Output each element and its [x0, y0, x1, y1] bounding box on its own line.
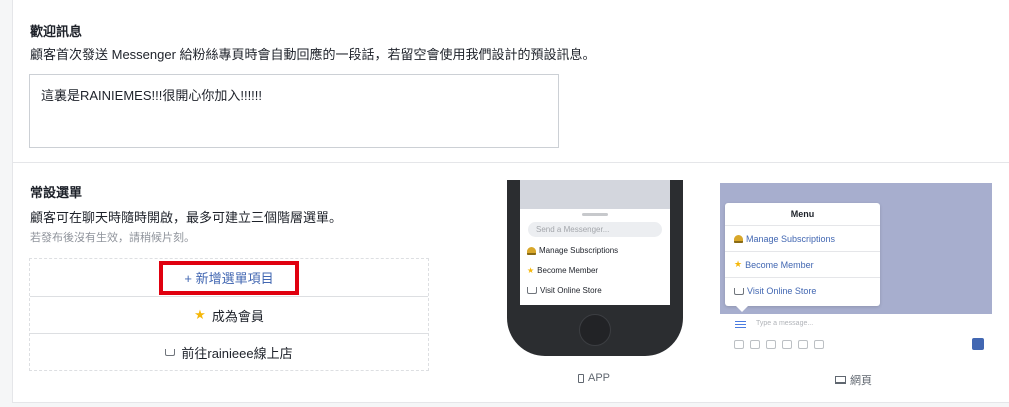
app-preview: Send a Messenger... Manage Subscriptions… — [507, 180, 683, 356]
add-menu-item-label: + 新增選單項目 — [184, 271, 274, 286]
mobile-icon — [578, 373, 584, 383]
web-preview-item: Manage Subscriptions — [725, 226, 880, 252]
web-caption-label: 網頁 — [850, 375, 872, 387]
web-preview-item: ★ Become Member — [725, 252, 880, 278]
app-preview-item-label: Become Member — [537, 266, 599, 275]
web-preview-menu: Menu Manage Subscriptions ★ Become Membe… — [725, 203, 880, 306]
welcome-section: 歡迎訊息 顧客首次發送 Messenger 給粉絲專頁時會自動回應的一段話，若留… — [12, 0, 1009, 163]
gif-icon — [766, 340, 776, 349]
web-preview-caption: 網頁 — [835, 372, 872, 388]
web-preview-item-label: Manage Subscriptions — [746, 233, 836, 244]
web-preview-item-label: Become Member — [745, 259, 814, 270]
menu-lines-icon — [735, 321, 746, 330]
add-menu-item-button[interactable]: + 新增選單項目 — [30, 259, 428, 296]
emoji-icon — [782, 340, 792, 349]
cart-icon — [527, 287, 537, 294]
web-preview-composer: Type a message... — [720, 314, 992, 361]
cart-icon — [165, 348, 176, 356]
web-preview-item-label: Visit Online Store — [747, 286, 817, 296]
web-preview-input: Type a message... — [756, 320, 814, 327]
star-icon: ★ — [527, 266, 535, 275]
bell-icon — [527, 246, 536, 255]
menu-item-become-member[interactable]: ★ 成為會員 — [30, 296, 428, 333]
camera-icon — [814, 340, 824, 349]
welcome-description: 顧客首次發送 Messenger 給粉絲專頁時會自動回應的一段話，若留空會使用我… — [30, 47, 596, 62]
persistent-menu-hint: 若發布後沒有生效，請稍候片刻。 — [30, 232, 195, 244]
star-icon: ★ — [194, 307, 206, 323]
bell-icon — [734, 234, 743, 243]
app-preview-input: Send a Messenger... — [528, 222, 662, 237]
menu-item-label: 成為會員 — [211, 308, 264, 324]
persistent-menu-section: 常設選單 顧客可在聊天時隨時開啟，最多可建立三個階層選單。 若發布後沒有生效，請… — [12, 163, 1009, 403]
home-button-icon — [579, 314, 611, 346]
app-caption-label: APP — [588, 372, 611, 384]
web-menu-title: Menu — [725, 203, 880, 226]
sticker-icon — [750, 340, 760, 349]
welcome-title: 歡迎訊息 — [30, 24, 83, 39]
welcome-message-input[interactable]: 這裏是RAINIEMES!!!很開心你加入!!!!!! — [29, 74, 559, 148]
persistent-menu-description: 顧客可在聊天時隨時開啟，最多可建立三個階層選單。 — [30, 210, 343, 225]
app-preview-caption: APP — [578, 372, 610, 384]
menu-item-online-store[interactable]: 前往rainieee線上店 — [30, 333, 428, 370]
menu-caret-icon — [736, 306, 748, 312]
web-preview: Menu Manage Subscriptions ★ Become Membe… — [720, 183, 992, 361]
menu-item-list: + 新增選單項目 ★ 成為會員 前往rainieee線上店 — [29, 258, 429, 371]
cart-icon — [734, 287, 744, 295]
app-preview-item: Manage Subscriptions — [520, 241, 670, 260]
desktop-icon — [835, 376, 846, 384]
menu-item-label: 前往rainieee線上店 — [181, 345, 293, 361]
microphone-icon — [798, 340, 808, 349]
composer-icons — [734, 340, 824, 349]
app-preview-chat-area — [520, 180, 670, 209]
app-preview-item: Visit Online Store — [520, 281, 670, 300]
photo-icon — [734, 340, 744, 349]
drag-handle-icon — [582, 213, 608, 216]
web-preview-item: Visit Online Store — [725, 278, 880, 304]
app-preview-item-label: Visit Online Store — [540, 286, 602, 295]
app-preview-item-label: Manage Subscriptions — [539, 246, 619, 255]
thumbs-up-icon — [972, 338, 984, 350]
star-icon: ★ — [734, 259, 743, 270]
app-preview-screen: Send a Messenger... Manage Subscriptions… — [520, 180, 670, 305]
app-preview-item: ★ Become Member — [520, 261, 670, 280]
persistent-menu-title: 常設選單 — [30, 185, 83, 200]
